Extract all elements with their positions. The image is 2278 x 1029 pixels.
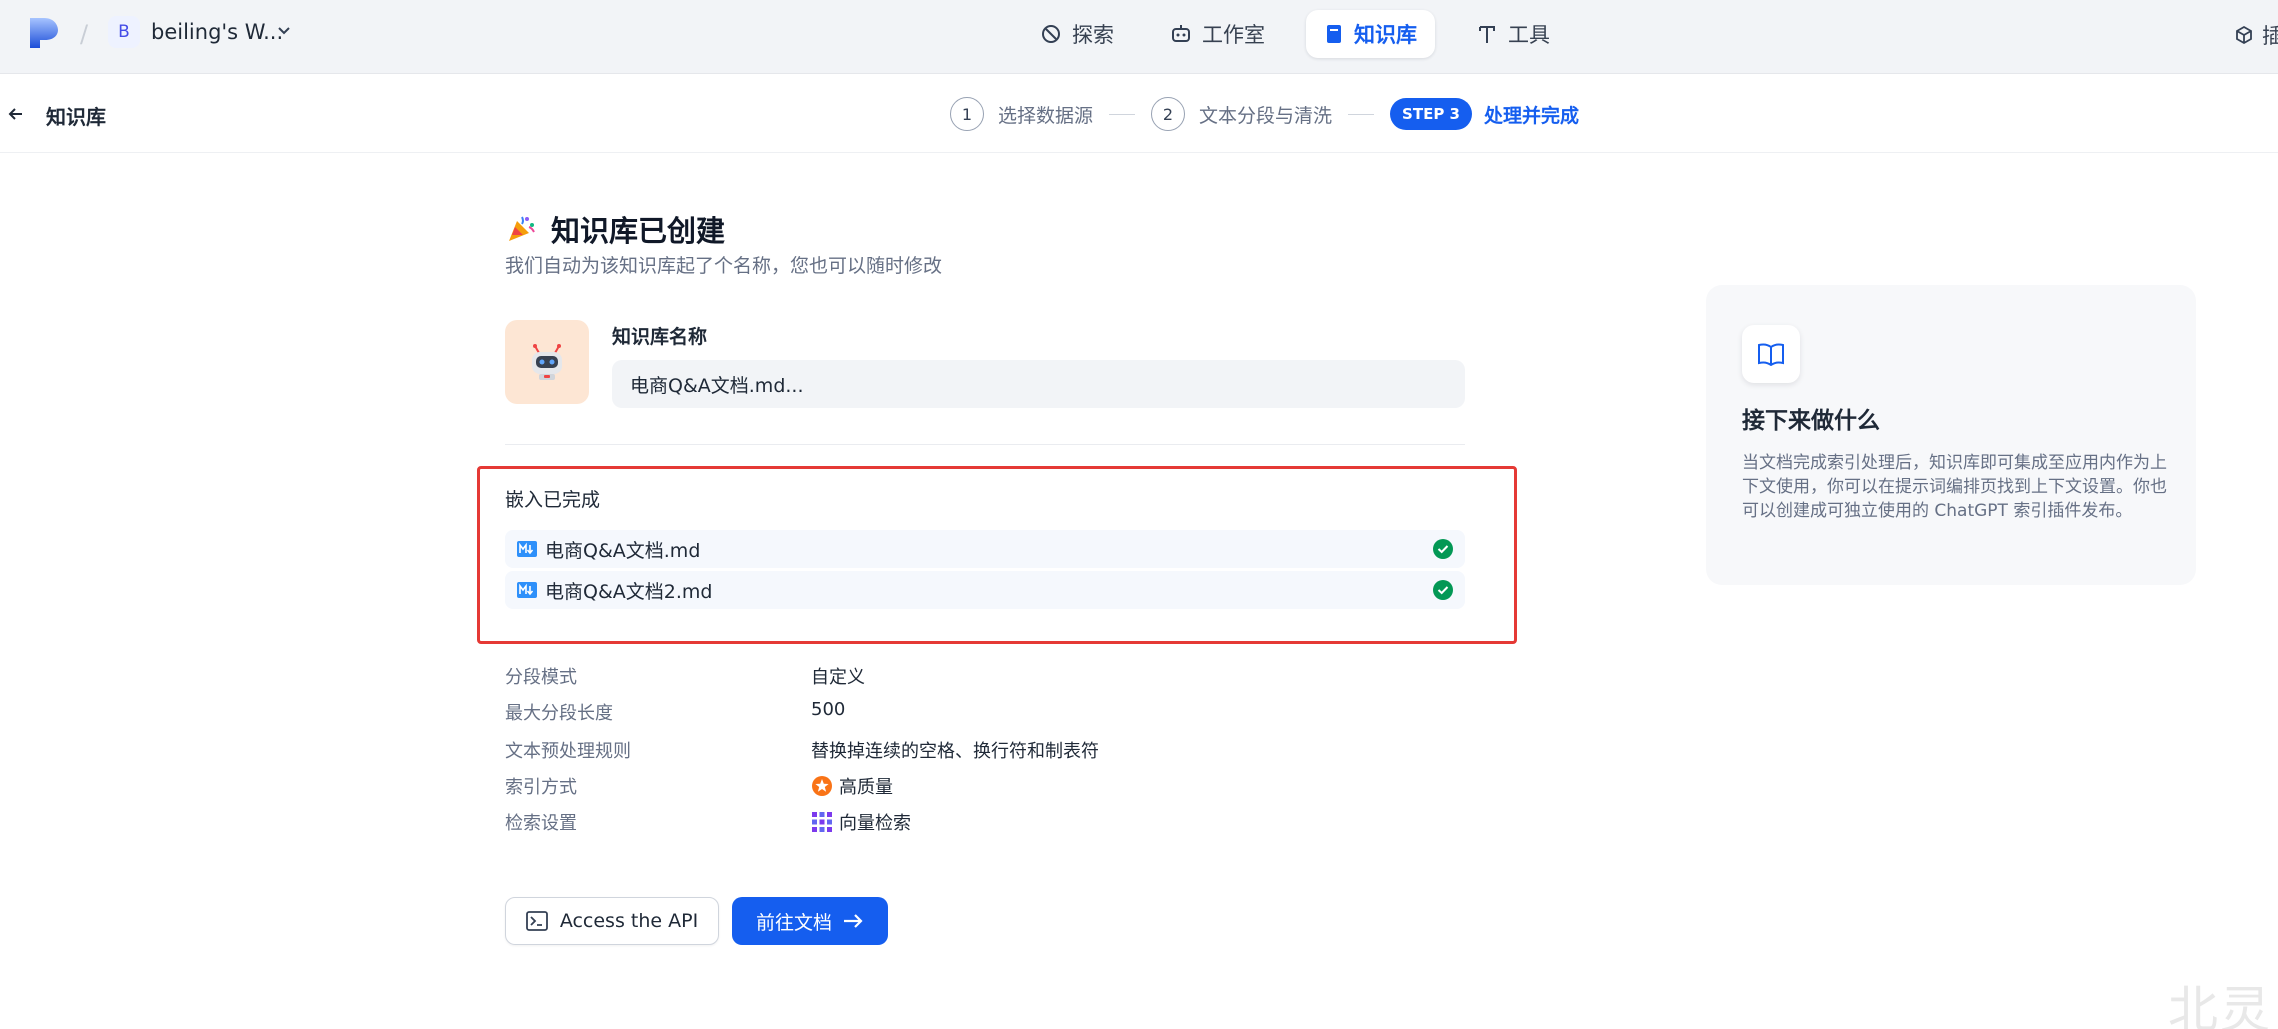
embed-status-title: 嵌入已完成 (505, 489, 601, 511)
meta-label-preprocess: 文本预处理规则 (505, 741, 631, 762)
page-title: 知识库已创建 (505, 208, 725, 250)
markdown-file-icon (517, 582, 537, 598)
access-api-label: Access the API (559, 910, 699, 932)
step-3-badge: STEP 3 (1390, 98, 1472, 130)
nav-studio-label: 工作室 (1202, 23, 1265, 47)
next-steps-icon-box (1742, 325, 1800, 383)
app-logo-icon[interactable] (28, 16, 60, 50)
page-title-text: 知识库已创建 (551, 214, 726, 248)
name-label: 知识库名称 (612, 326, 708, 348)
meta-label-segment-mode: 分段模式 (505, 667, 577, 688)
go-to-documents-button[interactable]: 前往文档 (732, 897, 888, 945)
tool-icon (1479, 26, 1495, 43)
check-circle-icon (1433, 539, 1453, 559)
step-1-number: 1 (950, 97, 984, 131)
meta-value-text: 500 (811, 699, 846, 720)
open-book-icon (1758, 343, 1784, 366)
sub-header: 知识库 1 选择数据源 2 文本分段与清洗 STEP 3 处理并完成 (0, 74, 2278, 153)
file-row[interactable]: 电商Q&A文档.md (505, 530, 1465, 568)
party-popper-icon (509, 216, 535, 241)
markdown-file-icon (517, 541, 537, 557)
meta-label-retrieval: 检索设置 (505, 813, 577, 834)
step-1-label: 选择数据源 (998, 104, 1094, 127)
arrow-left-icon[interactable] (6, 104, 26, 124)
nav-explore[interactable]: 探索 (1022, 10, 1132, 58)
nav-knowledge-label: 知识库 (1354, 23, 1417, 47)
meta-label-max-length: 最大分段长度 (505, 703, 613, 724)
workspace-name[interactable]: beiling's W... (151, 20, 283, 44)
chevron-down-icon[interactable] (276, 22, 292, 38)
step-indicator: 1 选择数据源 2 文本分段与清洗 STEP 3 处理并完成 (950, 97, 1579, 131)
plugin-nav-label: 插 (2262, 24, 2278, 48)
next-steps-title: 接下来做什么 (1742, 408, 1880, 434)
step-separator (1348, 113, 1375, 115)
meta-value-segment-mode: 自定义 (811, 663, 865, 689)
meta-value-text: 自定义 (811, 667, 865, 688)
meta-value-max-length: 500 (811, 699, 845, 720)
robot-icon (1172, 25, 1190, 42)
nav-knowledge[interactable]: 知识库 (1306, 10, 1435, 58)
divider (505, 444, 1465, 445)
arrow-right-icon (844, 914, 863, 928)
star-badge-icon (812, 776, 832, 796)
top-nav-bar: / B beiling's W... 探索 工作室 知识库 工具 插 (0, 0, 2278, 74)
grid-dots-icon (812, 812, 832, 832)
next-steps-panel: 接下来做什么 当文档完成索引处理后，知识库即可集成至应用内作为上下文使用，你可以… (1706, 285, 2196, 585)
back-title[interactable]: 知识库 (46, 101, 106, 130)
meta-value-text: 替换掉连续的空格、换行符和制表符 (811, 741, 1099, 762)
watermark: 北灵 (2168, 981, 2272, 1029)
cube-icon (2236, 25, 2252, 45)
step-2-label: 文本分段与清洗 (1199, 104, 1333, 127)
nav-explore-label: 探索 (1072, 23, 1114, 47)
breadcrumb-separator: / (80, 20, 89, 48)
go-to-documents-label: 前往文档 (755, 911, 832, 934)
plugin-nav-item[interactable]: 插 (2234, 20, 2278, 50)
step-separator (1109, 113, 1136, 115)
page-subtitle: 我们自动为该知识库起了个名称，您也可以随时修改 (505, 255, 943, 277)
access-api-button[interactable]: Access the API (505, 897, 719, 945)
explore-icon (1042, 25, 1060, 43)
meta-value-text: 高质量 (839, 777, 893, 798)
book-icon (1327, 25, 1341, 43)
nav-tools[interactable]: 工具 (1458, 10, 1568, 58)
terminal-icon (525, 911, 548, 931)
meta-value-text: 向量检索 (839, 813, 911, 834)
meta-value-index-mode: 高质量 (811, 773, 893, 799)
nav-tools-label: 工具 (1508, 23, 1550, 47)
workspace-badge[interactable]: B (108, 16, 140, 48)
robot-avatar-icon (532, 344, 562, 380)
file-name: 电商Q&A文档2.md (545, 580, 713, 603)
meta-value-preprocess: 替换掉连续的空格、换行符和制表符 (811, 737, 1099, 763)
nav-studio[interactable]: 工作室 (1152, 10, 1283, 58)
file-row[interactable]: 电商Q&A文档2.md (505, 571, 1465, 609)
step-3-label: 处理并完成 (1483, 104, 1579, 127)
meta-value-retrieval: 向量检索 (811, 809, 911, 835)
meta-label-index-mode: 索引方式 (505, 777, 577, 798)
file-name: 电商Q&A文档.md (545, 539, 701, 562)
step-2-number: 2 (1151, 97, 1186, 131)
check-circle-icon (1433, 580, 1453, 600)
knowledge-name-input[interactable]: 电商Q&A文档.md... (612, 360, 1465, 408)
knowledge-avatar[interactable] (505, 320, 589, 404)
next-steps-text: 当文档完成索引处理后，知识库即可集成至应用内作为上下文使用，你可以在提示词编排页… (1742, 453, 2167, 521)
